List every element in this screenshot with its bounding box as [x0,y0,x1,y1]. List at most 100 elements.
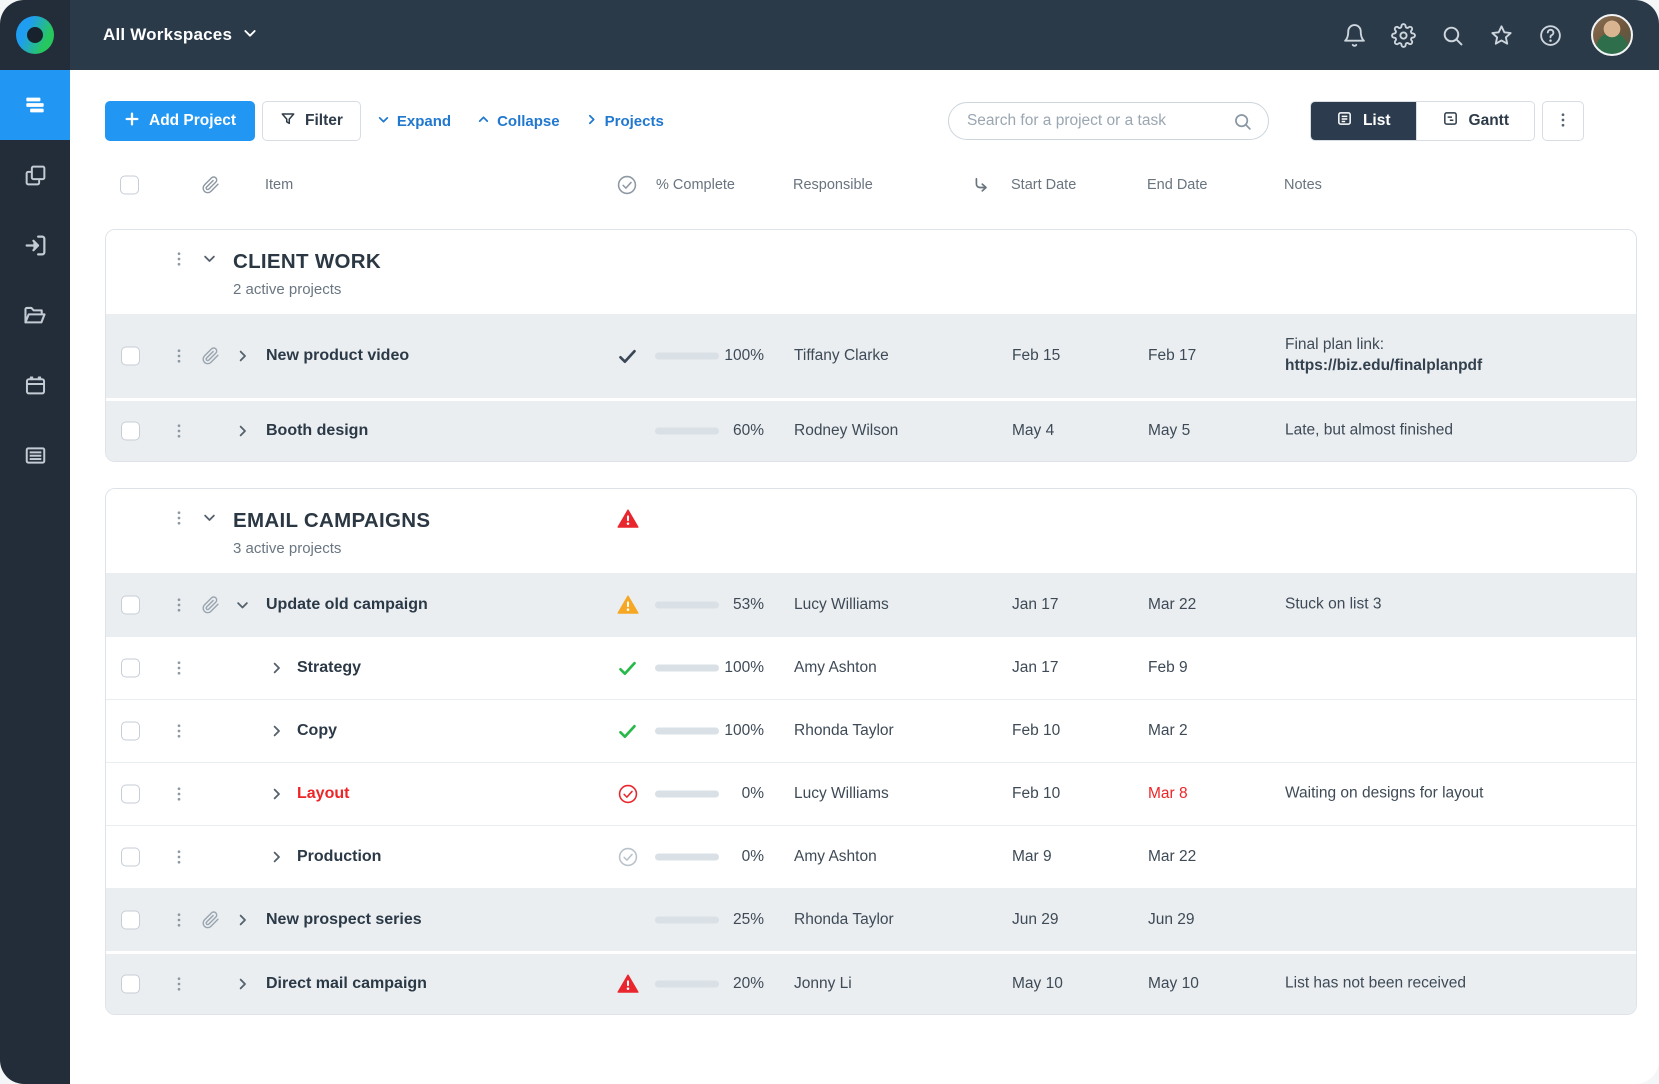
search-icon[interactable] [1440,23,1465,48]
select-all-checkbox[interactable] [120,176,139,195]
row-checkbox[interactable] [121,911,140,930]
search-box [948,102,1269,140]
paperclip-icon [201,595,220,614]
row-title[interactable]: Booth design [266,422,368,440]
row-title[interactable]: Direct mail campaign [266,975,427,993]
more-options-button[interactable] [1542,101,1584,141]
sidebar-item-table-list[interactable] [0,420,70,490]
row-title[interactable]: Production [297,848,381,866]
row-checkbox[interactable] [121,422,140,441]
expand-label: Expand [397,113,451,130]
group-menu-button[interactable] [170,509,188,527]
row-checkbox[interactable] [121,785,140,804]
start-date-cell: Jan 17 [1012,596,1059,614]
start-date-cell: Feb 10 [1012,722,1060,740]
gantt-view-button[interactable]: Gantt [1416,102,1534,140]
notes-cell: List has not been received [1285,974,1630,995]
row-menu-button[interactable] [170,722,188,740]
main-content: Add Project Filter Expand Collapse Proje… [70,70,1659,1084]
row-chevron-right-icon[interactable] [235,349,250,364]
row-title[interactable]: Layout [297,785,349,803]
row-chevron-right-icon[interactable] [235,913,250,928]
row-chevron-right-icon[interactable] [269,661,284,676]
plus-icon [124,111,140,132]
row-checkbox[interactable] [121,722,140,741]
sidebar-item-calendar[interactable] [0,350,70,420]
column-start-date[interactable]: Start Date [1011,177,1076,193]
expand-link[interactable]: Expand [377,113,451,130]
notes-cell: Waiting on designs for layout [1285,784,1630,805]
row-title[interactable]: New prospect series [266,911,422,929]
row-chevron-right-icon[interactable] [235,424,250,439]
percent-complete-value: 100% [690,347,764,365]
end-date-cell: Mar 22 [1148,848,1196,866]
add-project-button[interactable]: Add Project [105,101,255,141]
chevron-down-icon [377,113,390,130]
row-chevron-right-icon[interactable] [235,977,250,992]
search-input[interactable] [967,112,1232,130]
bell-icon[interactable] [1342,23,1367,48]
status-circle-check-gray-icon [617,846,639,868]
row-menu-button[interactable] [170,422,188,440]
user-avatar[interactable] [1591,14,1633,56]
table-row: Production0%Amy AshtonMar 9Mar 22 [106,825,1636,888]
row-chevron-right-icon[interactable] [269,724,284,739]
list-view-button[interactable]: List [1311,102,1416,140]
row-menu-button[interactable] [170,659,188,677]
row-title[interactable]: New product video [266,347,409,365]
filter-button[interactable]: Filter [262,101,361,141]
sidebar-item-pages[interactable] [0,140,70,210]
group-title: EMAIL CAMPAIGNS [233,509,430,533]
status-check-dark-icon [617,346,638,367]
status-check-green-icon [617,658,638,679]
table-row: Update old campaign53%Lucy WilliamsJan 1… [106,573,1636,636]
sidebar-item-log-in[interactable] [0,210,70,280]
column-percent-complete[interactable]: % Complete [656,177,735,193]
group-menu-button[interactable] [170,250,188,268]
row-checkbox[interactable] [121,848,140,867]
row-checkbox[interactable] [121,347,140,366]
row-checkbox[interactable] [121,975,140,994]
row-title[interactable]: Update old campaign [266,596,428,614]
group-header: CLIENT WORK2 active projects [106,230,1636,314]
group-warning-icon [617,508,639,530]
sidebar-item-project-list[interactable] [0,70,70,140]
row-title[interactable]: Copy [297,722,337,740]
column-responsible[interactable]: Responsible [793,177,873,193]
row-menu-button[interactable] [170,911,188,929]
row-menu-button[interactable] [170,975,188,993]
paperclip-icon [201,176,220,195]
chevron-right-icon [585,113,598,130]
filter-icon [280,111,296,132]
column-item[interactable]: Item [265,177,293,193]
end-date-cell: May 5 [1148,422,1190,440]
row-chevron-right-icon[interactable] [269,850,284,865]
row-title[interactable]: Strategy [297,659,361,677]
group-collapse-chevron-down-icon[interactable] [202,510,217,525]
projects-link[interactable]: Projects [585,113,664,130]
workspace-selector[interactable]: All Workspaces [103,25,258,46]
row-checkbox[interactable] [121,595,140,614]
column-end-date[interactable]: End Date [1147,177,1207,193]
add-project-label: Add Project [149,112,236,130]
topbar-icons [1342,14,1633,56]
row-menu-button[interactable] [170,347,188,365]
group-subtitle: 3 active projects [233,540,341,557]
app-logo-icon[interactable] [16,16,54,54]
collapse-link[interactable]: Collapse [477,113,560,130]
row-menu-button[interactable] [170,848,188,866]
row-chevron-right-icon[interactable] [269,787,284,802]
percent-complete-value: 0% [690,848,764,866]
column-notes[interactable]: Notes [1284,177,1322,193]
help-icon[interactable] [1538,23,1563,48]
chevron-up-icon [477,113,490,130]
row-menu-button[interactable] [170,785,188,803]
row-checkbox[interactable] [121,659,140,678]
star-icon[interactable] [1489,23,1514,48]
gear-icon[interactable] [1391,23,1416,48]
row-chevron-down-icon[interactable] [235,597,250,612]
sidebar-item-folder-open[interactable] [0,280,70,350]
search-icon[interactable] [1232,111,1253,132]
row-menu-button[interactable] [170,596,188,614]
group-collapse-chevron-down-icon[interactable] [202,251,217,266]
